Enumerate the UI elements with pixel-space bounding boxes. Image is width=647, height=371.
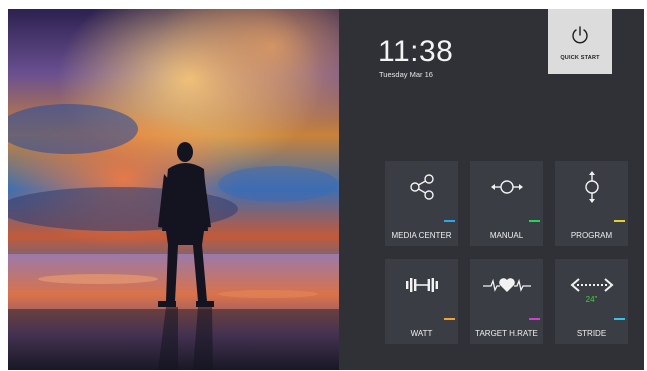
tile-label: MEDIA CENTER (391, 231, 452, 240)
control-panel: 11:38 Tuesday Mar 16 QUICK START MEDIA C… (339, 9, 644, 370)
stride-arrows-icon (569, 278, 614, 292)
stride-button[interactable]: 24" STRIDE (555, 259, 628, 344)
accent-bar (444, 220, 455, 222)
media-center-button[interactable]: MEDIA CENTER (385, 161, 458, 246)
tile-label: WATT (410, 329, 433, 338)
target-heart-rate-button[interactable]: TARGET H.RATE (470, 259, 543, 344)
share-nodes-icon (409, 174, 434, 200)
quick-start-button[interactable]: QUICK START (548, 9, 612, 74)
accent-bar (529, 220, 540, 222)
accent-bar (529, 318, 540, 320)
accent-bar (614, 220, 625, 222)
program-button[interactable]: PROGRAM (555, 161, 628, 246)
dumbbell-icon (405, 278, 438, 292)
tile-label: STRIDE (576, 329, 607, 338)
partial-tile-icon (641, 187, 644, 211)
manual-button[interactable]: MANUAL (470, 161, 543, 246)
watt-button[interactable]: WATT (385, 259, 458, 344)
quick-start-label: QUICK START (560, 55, 600, 61)
stride-value: 24" (585, 295, 598, 304)
power-icon (572, 26, 588, 44)
background-photo (8, 9, 339, 370)
clock-date: Tuesday Mar 16 (379, 70, 433, 79)
manual-arrows-icon (490, 180, 523, 194)
heart-rate-icon (482, 278, 531, 292)
console-screen: 11:38 Tuesday Mar 16 QUICK START MEDIA C… (8, 9, 644, 370)
accent-bar (614, 318, 625, 320)
tile-label: PROGRAM (570, 231, 613, 240)
program-arrows-icon (584, 171, 599, 203)
clock-time: 11:38 (378, 35, 454, 68)
tile-label: MANUAL (489, 231, 524, 240)
tile-label: TARGET H.RATE (475, 329, 538, 338)
accent-bar (444, 318, 455, 320)
